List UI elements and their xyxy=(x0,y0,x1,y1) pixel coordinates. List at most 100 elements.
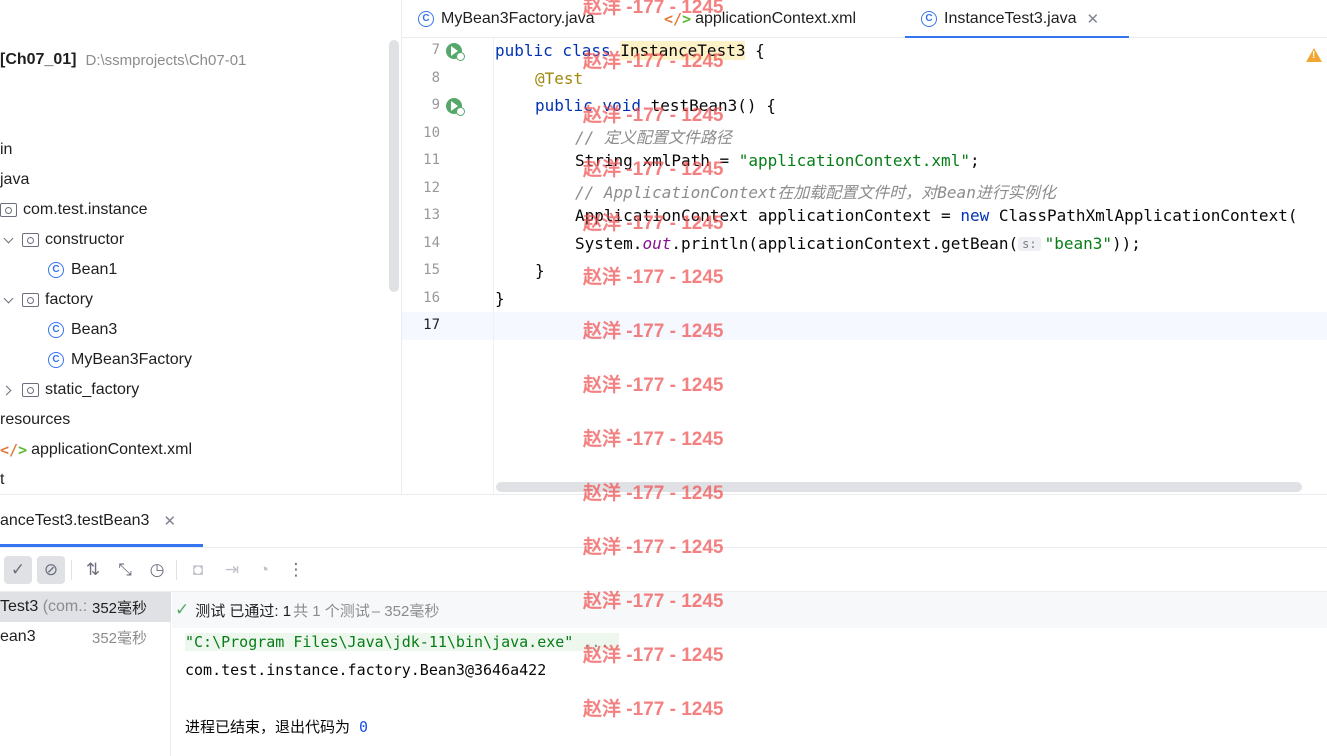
test-name: Test3 xyxy=(0,598,39,615)
code-line-12: // ApplicationContext在加载配置文件时，对Bean进行实例化 xyxy=(575,183,1056,202)
class-icon: C xyxy=(48,322,64,338)
test-row-method[interactable]: ean3 352毫秒 xyxy=(0,622,171,652)
tab-application-context[interactable]: </> applicationContext.xml xyxy=(664,0,856,38)
tree-item-static-factory[interactable]: static_factory xyxy=(2,375,139,405)
tree-item-label: constructor xyxy=(45,231,125,248)
chevron-right-icon[interactable] xyxy=(2,383,16,397)
line-number: 10 xyxy=(423,125,440,141)
tree-item-label: resources xyxy=(0,411,71,428)
tree-item-label: factory xyxy=(45,291,94,308)
package-icon xyxy=(22,293,39,307)
line-number: 13 xyxy=(423,207,440,223)
package-icon xyxy=(22,233,39,247)
status-passed: 测试 已通过: 1 xyxy=(195,602,292,620)
ignored-filter-icon[interactable]: ⊘ xyxy=(37,556,65,584)
project-root-name: [Ch07_01] xyxy=(0,51,77,68)
code-line-14: System.out.println(applicationContext.ge… xyxy=(575,234,1141,253)
history-icon[interactable]: ◷ xyxy=(143,556,171,584)
tab-instancetest3[interactable]: C InstanceTest3.java ✕ xyxy=(905,0,1129,39)
console-output[interactable]: "C:\Program Files\Java\jdk-11\bin\java.e… xyxy=(172,628,1327,756)
line-number: 7 xyxy=(431,42,440,58)
import-icon[interactable]: ⇥ xyxy=(218,556,246,584)
package-icon xyxy=(0,203,17,217)
console-output-line: com.test.instance.factory.Bean3@3646a422 xyxy=(185,661,547,679)
line-number: 14 xyxy=(423,235,440,251)
parameter-hint: s: xyxy=(1018,237,1041,251)
chevron-down-icon[interactable] xyxy=(2,293,16,307)
status-duration: – 352毫秒 xyxy=(371,602,440,620)
line-number: 17 xyxy=(423,317,440,333)
class-icon: C xyxy=(48,262,64,278)
run-test-icon[interactable] xyxy=(446,98,465,116)
project-root-row[interactable]: [Ch07_01] D:\ssmprojects\Ch07-01 xyxy=(0,48,246,72)
xml-file-icon: </> xyxy=(664,10,692,28)
package-icon xyxy=(22,383,39,397)
tree-item-main[interactable]: in xyxy=(0,135,12,165)
tree-item-label: com.test.instance xyxy=(23,201,148,218)
editor-tab-bar: C MyBean3Factory.java </> applicationCon… xyxy=(402,0,1327,39)
tree-item-package[interactable]: com.test.instance xyxy=(0,195,148,225)
test-name: ean3 xyxy=(0,628,36,645)
gutter-separator xyxy=(493,38,494,494)
code-line-7: public class InstanceTest3 { xyxy=(495,41,765,60)
close-icon[interactable]: ✕ xyxy=(1087,10,1100,28)
console-exit-line: 进程已结束，退出代码为 0 xyxy=(185,718,369,736)
editor-horizontal-scrollbar[interactable] xyxy=(496,482,1302,492)
tree-item-bean1[interactable]: C Bean1 xyxy=(48,255,117,285)
tree-item-label: MyBean3Factory xyxy=(71,351,192,368)
sort-icon[interactable]: ⇅ xyxy=(79,556,107,584)
tree-item-label: static_factory xyxy=(45,381,140,398)
tab-mybean3factory[interactable]: C MyBean3Factory.java xyxy=(418,0,595,38)
tree-item-constructor[interactable]: constructor xyxy=(2,225,124,255)
collapse-icon[interactable]: ⤡ xyxy=(111,556,139,584)
line-number: 16 xyxy=(423,290,440,306)
project-scrollbar[interactable] xyxy=(389,40,399,292)
test-status-bar: ✓ 测试 已通过: 1 共 1 个测试 – 352毫秒 xyxy=(172,592,1327,628)
test-row-class[interactable]: Test3 (com.: 352毫秒 xyxy=(0,592,171,622)
current-line-highlight xyxy=(402,312,1327,340)
line-number: 12 xyxy=(423,180,440,196)
line-number: 8 xyxy=(431,70,440,86)
code-editor[interactable]: 7 8 9 10 11 12 13 14 15 16 17 public cla… xyxy=(402,38,1327,494)
console-command-line[interactable]: "C:\Program Files\Java\jdk-11\bin\java.e… xyxy=(185,633,620,651)
tree-item-java[interactable]: java xyxy=(0,165,29,195)
project-root-path: D:\ssmprojects\Ch07-01 xyxy=(85,51,247,69)
class-icon: C xyxy=(418,11,434,27)
tree-item-test[interactable]: t xyxy=(0,465,4,494)
toolbar-separator xyxy=(71,560,72,580)
line-number: 15 xyxy=(423,262,440,278)
code-line-16: } xyxy=(495,289,505,308)
code-line-15: } xyxy=(535,261,545,280)
tree-item-resources[interactable]: resources xyxy=(0,405,70,435)
tree-item-label: applicationContext.xml xyxy=(31,441,193,458)
tree-item-application-context[interactable]: </> applicationContext.xml xyxy=(0,435,192,465)
code-line-8: @Test xyxy=(535,69,584,88)
project-tool-window: [Ch07_01] D:\ssmprojects\Ch07-01 in java… xyxy=(0,0,402,494)
passed-filter-icon[interactable]: ✓ xyxy=(4,556,32,584)
toolbar-separator xyxy=(176,560,177,580)
run-tab-label: anceTest3.testBean3 xyxy=(0,512,150,529)
close-icon[interactable]: ✕ xyxy=(163,512,176,530)
tree-item-label: java xyxy=(0,171,30,188)
run-tab[interactable]: anceTest3.testBean3 ✕ xyxy=(0,495,176,547)
run-toolbar: ✓ ⊘ ⇅ ⤡ ◷ ◘ ⇥ ◔ ⋮ xyxy=(0,547,1327,592)
tab-label: InstanceTest3.java xyxy=(944,10,1077,27)
tree-item-mybean3factory[interactable]: C MyBean3Factory xyxy=(48,345,192,375)
test-duration: 352毫秒 xyxy=(92,599,148,617)
xml-file-icon: </> xyxy=(0,441,28,459)
tree-item-label: in xyxy=(0,141,13,158)
chevron-down-icon[interactable] xyxy=(2,233,16,247)
tree-item-bean3[interactable]: C Bean3 xyxy=(48,315,117,345)
code-line-10: // 定义配置文件路径 xyxy=(575,128,732,147)
tree-item-factory[interactable]: factory xyxy=(2,285,93,315)
code-line-11: String xmlPath = "applicationContext.xml… xyxy=(575,151,980,170)
tab-label: MyBean3Factory.java xyxy=(441,10,595,27)
run-tool-window: anceTest3.testBean3 ✕ ✓ ⊘ ⇅ ⤡ ◷ ◘ ⇥ ◔ ⋮ … xyxy=(0,494,1327,756)
more-icon[interactable]: ⋮ xyxy=(282,556,310,584)
warning-icon[interactable] xyxy=(1306,48,1322,62)
run-test-icon[interactable] xyxy=(446,43,465,61)
screenshot-icon[interactable]: ◘ xyxy=(184,556,212,584)
tree-item-label: Bean1 xyxy=(71,261,118,278)
coverage-icon[interactable]: ◔ xyxy=(250,556,278,584)
passed-check-icon: ✓ xyxy=(175,600,190,619)
